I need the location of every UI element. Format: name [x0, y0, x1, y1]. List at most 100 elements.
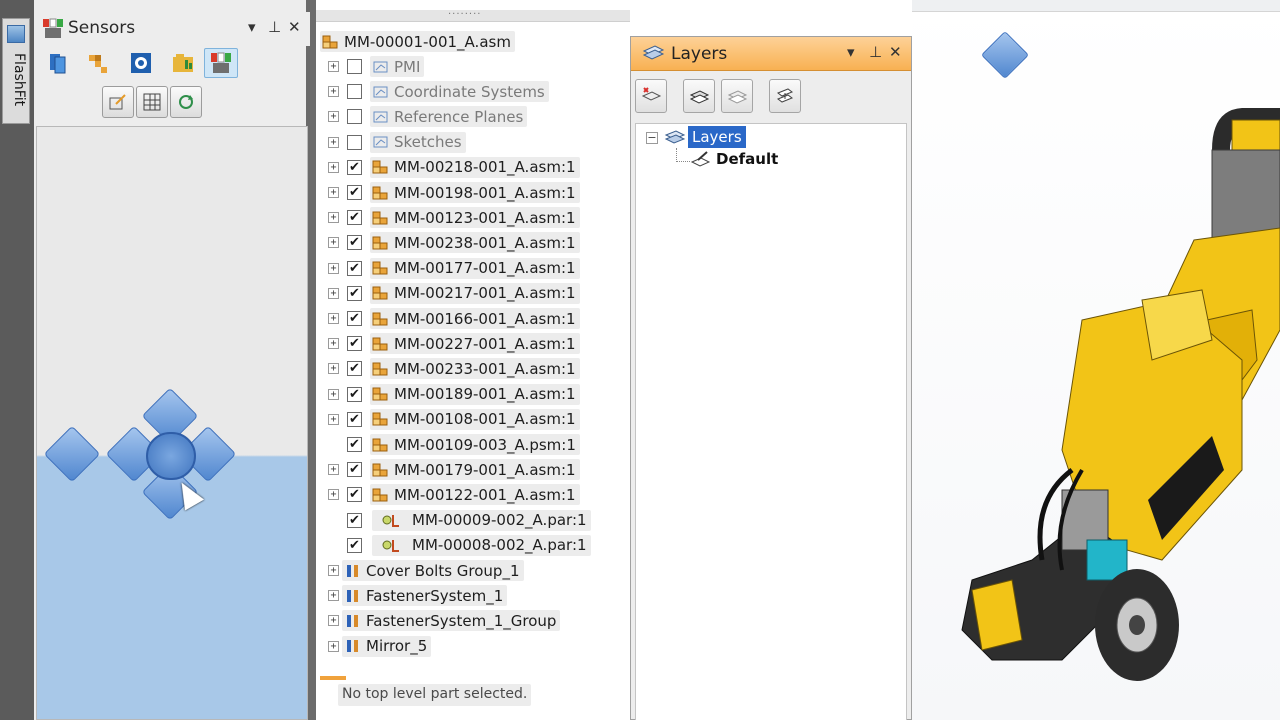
tree-expander[interactable]: + [328, 262, 339, 274]
tree-node[interactable]: MM-00008-002_A.par:1 [372, 534, 591, 556]
tree-expander[interactable]: + [328, 640, 339, 652]
tree-row[interactable]: ✔ MM-00008-002_A.par:1 [316, 533, 630, 558]
tree-node[interactable]: Coordinate Systems [370, 81, 549, 103]
sensors-dropdown-button[interactable]: ▾ [248, 18, 256, 36]
new-layer-button[interactable] [635, 79, 667, 113]
layers-root-collapse[interactable]: − [646, 132, 658, 144]
layer-hide-button[interactable] [721, 79, 753, 113]
flashfit-tab[interactable]: FlashFit [2, 18, 30, 124]
visibility-checkbox[interactable]: ✔ [347, 159, 362, 175]
tree-row[interactable]: + FastenerSystem_1_Group [316, 608, 630, 633]
tree-row[interactable]: ✔ MM-00109-003_A.psm:1 [316, 432, 630, 457]
tree-expander[interactable]: + [328, 161, 339, 173]
tab-assembly[interactable] [42, 48, 76, 78]
dock-guide-center[interactable] [146, 432, 196, 480]
tree-node[interactable]: Sketches [370, 131, 466, 153]
visibility-checkbox[interactable]: ✔ [347, 487, 362, 503]
tree-expander[interactable]: + [328, 338, 339, 350]
tree-row[interactable]: + Reference Planes [316, 104, 630, 129]
tab-parts[interactable] [82, 48, 116, 78]
visibility-checkbox[interactable]: ✔ [347, 336, 362, 352]
tree-row[interactable]: + ✔ MM-00217-001_A.asm:1 [316, 281, 630, 306]
visibility-checkbox[interactable]: ✔ [347, 437, 362, 452]
tree-row[interactable]: + ✔ MM-00108-001_A.asm:1 [316, 407, 630, 432]
visibility-checkbox[interactable]: ✔ [347, 512, 362, 528]
tree-row[interactable]: + ✔ MM-00198-001_A.asm:1 [316, 180, 630, 205]
visibility-checkbox[interactable]: ✔ [347, 185, 362, 200]
tree-expander[interactable]: + [328, 86, 339, 98]
tree-node[interactable]: MM-00166-001_A.asm:1 [370, 308, 580, 329]
visibility-checkbox[interactable]: ✔ [347, 235, 362, 251]
visibility-checkbox[interactable]: ✔ [347, 386, 362, 402]
tree-row[interactable]: + ✔ MM-00189-001_A.asm:1 [316, 382, 630, 407]
layer-move-button[interactable] [769, 79, 801, 113]
visibility-checkbox[interactable]: ✔ [347, 260, 362, 276]
tree-node[interactable]: MM-00238-001_A.asm:1 [370, 232, 580, 254]
tree-node[interactable]: Cover Bolts Group_1 [342, 560, 524, 581]
sensor-grid-button[interactable] [136, 86, 168, 118]
tree-expander[interactable]: + [328, 212, 339, 224]
layers-root-item[interactable]: Layers [688, 126, 746, 148]
tree-row[interactable]: + Cover Bolts Group_1 [316, 558, 630, 583]
tree-node[interactable]: MM-00189-001_A.asm:1 [370, 383, 580, 405]
tree-expander[interactable]: + [328, 136, 339, 148]
tree-node[interactable]: PMI [370, 56, 425, 77]
tree-node[interactable]: MM-00217-001_A.asm:1 [370, 282, 580, 304]
layers-close-button[interactable]: ✕ [889, 43, 902, 61]
tree-node[interactable]: Reference Planes [370, 106, 528, 128]
layer-show-button[interactable] [683, 79, 715, 113]
tree-row[interactable]: + ✔ MM-00177-001_A.asm:1 [316, 256, 630, 281]
tree-node[interactable]: MM-00198-001_A.asm:1 [370, 182, 580, 203]
visibility-checkbox[interactable]: ✔ [347, 361, 362, 377]
tree-expander[interactable]: + [328, 287, 339, 299]
visibility-checkbox[interactable] [347, 134, 362, 150]
tree-node[interactable]: Mirror_5 [342, 635, 432, 657]
tree-expander[interactable]: + [328, 615, 339, 627]
tree-row[interactable]: + PMI [316, 54, 630, 79]
tree-row[interactable]: + Mirror_5 [316, 634, 630, 659]
visibility-checkbox[interactable]: ✔ [347, 537, 362, 553]
layer-default-item[interactable]: Default [716, 150, 778, 168]
tree-expander[interactable]: + [328, 413, 339, 425]
graphics-viewport[interactable] [912, 0, 1280, 720]
tree-node[interactable]: FastenerSystem_1_Group [342, 610, 561, 632]
tree-root-node[interactable]: MM-00001-001_A.asm [320, 31, 515, 52]
tree-expander[interactable]: + [328, 464, 339, 476]
visibility-checkbox[interactable]: ✔ [347, 462, 362, 478]
sensors-close-button[interactable]: ✕ [288, 18, 301, 36]
tree-row[interactable]: + FastenerSystem_1 [316, 583, 630, 608]
tree-expander[interactable]: + [328, 61, 339, 72]
tree-row[interactable]: + ✔ MM-00122-001_A.asm:1 [316, 482, 630, 507]
tree-node[interactable]: MM-00123-001_A.asm:1 [370, 207, 580, 229]
tree-row[interactable]: + ✔ MM-00123-001_A.asm:1 [316, 205, 630, 230]
tree-node[interactable]: MM-00009-002_A.par:1 [372, 509, 591, 531]
layers-pin-button[interactable]: ⊥ [869, 43, 882, 61]
tree-row[interactable]: ✔ MM-00009-002_A.par:1 [316, 508, 630, 533]
visibility-checkbox[interactable]: ✔ [347, 210, 362, 226]
visibility-checkbox[interactable] [347, 109, 362, 125]
tree-expander[interactable]: + [328, 111, 339, 123]
visibility-checkbox[interactable]: ✔ [347, 311, 362, 326]
tree-node[interactable]: MM-00218-001_A.asm:1 [370, 156, 580, 178]
tree-node[interactable]: MM-00179-001_A.asm:1 [370, 459, 580, 481]
tree-expander[interactable]: + [328, 489, 339, 501]
tree-expander[interactable]: + [328, 237, 339, 249]
tree-node[interactable]: FastenerSystem_1 [342, 585, 508, 607]
tree-row[interactable]: + ✔ MM-00166-001_A.asm:1 [316, 306, 630, 331]
tree-row[interactable]: + Coordinate Systems [316, 79, 630, 104]
tree-expander[interactable]: + [328, 187, 339, 198]
tree-node[interactable]: MM-00122-001_A.asm:1 [370, 484, 580, 506]
edit-sensor-button[interactable] [102, 86, 134, 118]
sensors-pin-button[interactable]: ⊥ [268, 18, 281, 36]
tab-folder[interactable] [166, 48, 200, 78]
tree-node[interactable]: MM-00227-001_A.asm:1 [370, 333, 580, 355]
visibility-checkbox[interactable]: ✔ [347, 411, 362, 427]
tree-row[interactable]: + ✔ MM-00238-001_A.asm:1 [316, 230, 630, 255]
layers-header[interactable]: Layers ▾ ⊥ ✕ [631, 37, 911, 71]
tree-node[interactable]: MM-00233-001_A.asm:1 [370, 358, 580, 380]
tree-expander[interactable]: + [328, 388, 339, 400]
tree-row[interactable]: + Sketches [316, 130, 630, 155]
tree-root-row[interactable]: MM-00001-001_A.asm [316, 29, 630, 54]
sensor-refresh-button[interactable] [170, 86, 202, 118]
visibility-checkbox[interactable]: ✔ [347, 285, 362, 301]
